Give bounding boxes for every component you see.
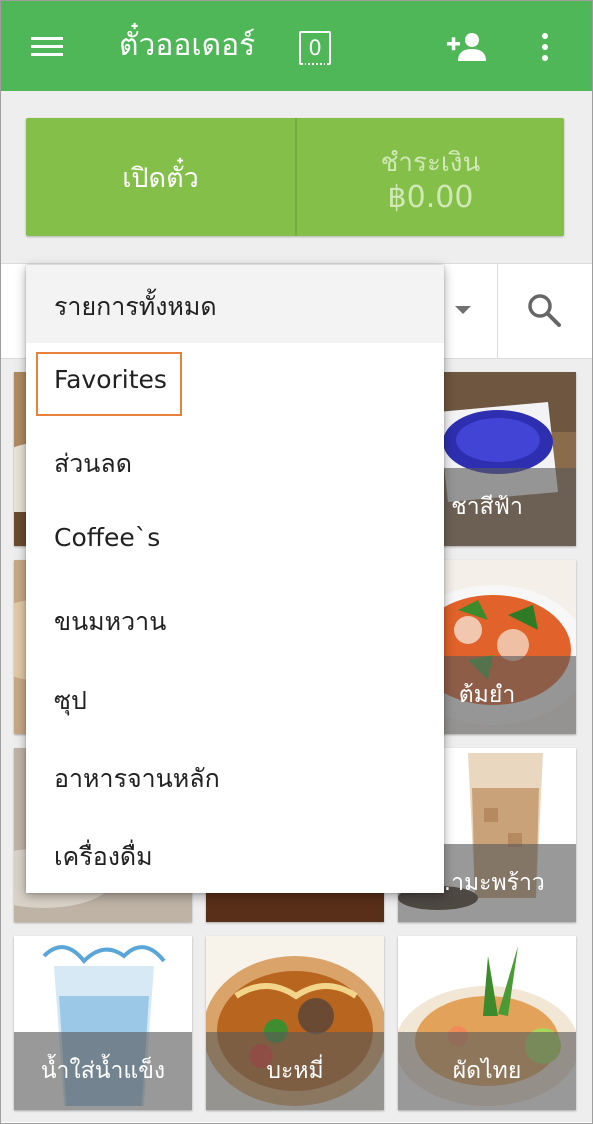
charge-button[interactable]: ชำระเงิน ฿0.00 <box>297 118 564 236</box>
item-label: บะหมี่ <box>206 1032 384 1110</box>
dropdown-item-coffees[interactable]: Coffee`s <box>26 501 444 579</box>
dropdown-item-desserts[interactable]: ขนมหวาน <box>26 580 444 658</box>
hamburger-menu-icon[interactable] <box>31 37 63 57</box>
dropdown-item-label: Coffee`s <box>54 523 161 552</box>
app-bar: ตั๋วออเดอร์ 0 <box>1 1 592 91</box>
dropdown-selected-label: รายการทั้งหมด <box>54 292 217 321</box>
item-tile[interactable]: บะหมี่ <box>206 936 384 1110</box>
dropdown-item-label: ซุป <box>54 686 87 715</box>
dropdown-caret-icon[interactable] <box>455 306 471 314</box>
ticket-count-badge[interactable]: 0 <box>299 31 331 65</box>
dropdown-item-main-dishes[interactable]: อาหารจานหลัก <box>26 737 444 815</box>
add-customer-icon[interactable] <box>447 31 487 63</box>
more-vert-icon[interactable] <box>541 33 549 61</box>
action-button-row: เปิดตั๋ว ชำระเงิน ฿0.00 <box>26 118 564 236</box>
dropdown-item-label: อาหารจานหลัก <box>54 764 220 793</box>
dropdown-item-soup[interactable]: ซุป <box>26 659 444 737</box>
item-label: น้ำใส่น้ำแข็ง <box>14 1032 192 1110</box>
charge-label: ชำระเงิน <box>380 148 481 178</box>
item-tile[interactable]: ผัดไทย <box>398 936 576 1110</box>
item-tile[interactable]: น้ำใส่น้ำแข็ง <box>14 936 192 1110</box>
favorites-highlight-box <box>36 352 182 416</box>
dropdown-item-label: ส่วนลด <box>54 449 132 478</box>
charge-amount: ฿0.00 <box>387 180 474 215</box>
dropdown-item-label: ขนมหวาน <box>54 607 167 636</box>
search-icon[interactable] <box>526 292 562 328</box>
dropdown-selected-option[interactable]: รายการทั้งหมด <box>26 265 444 343</box>
page-title: ตั๋วออเดอร์ <box>119 28 256 63</box>
item-label: ผัดไทย <box>398 1032 576 1110</box>
open-ticket-button[interactable]: เปิดตั๋ว <box>26 118 295 236</box>
filter-divider <box>497 264 498 358</box>
dropdown-item-discounts[interactable]: ส่วนลด <box>26 422 444 500</box>
dropdown-item-drinks[interactable]: เครื่องดื่ม <box>26 815 444 893</box>
dropdown-item-label: เครื่องดื่ม <box>54 842 153 871</box>
